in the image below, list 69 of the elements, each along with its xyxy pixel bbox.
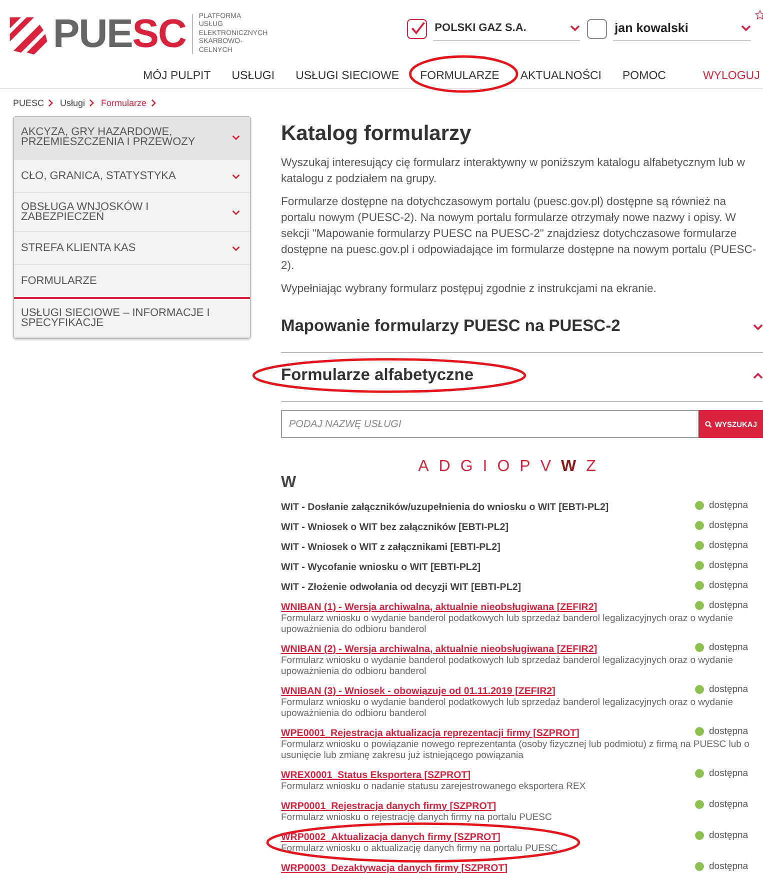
form-name: WIT - Złożenie odwołania od decyzji WIT [EBTI-PL2] [281, 582, 522, 592]
sidebar-item[interactable]: FORMULARZE [14, 265, 250, 299]
form-name: WIT - Wniosek o WIT z załącznikami [EBTI-PL2] [281, 542, 500, 552]
form-link[interactable]: WRP0001_Rejestracja danych firmy [SZPROT] [281, 800, 496, 812]
letter-link[interactable]: G [460, 458, 473, 476]
paragraph: Wyszukaj interesujący cię formularz interaktywny w poniższym katalogu alfabetycznym lub w katalogu z podziałem na grupy. [281, 156, 746, 187]
form-description: Formularz wniosku o aktualizację danych firmy na portalu PUESC [281, 843, 559, 854]
status-label: dostępna [709, 600, 748, 611]
form-link[interactable]: WNIBAN (3) - Wniosek - obowiązuje od 01.11.2019 [ZEFIR2] [281, 686, 556, 696]
paragraph: Formularze dostępne na dotychczasowym portalu (puesc.gov.pl) dostępne są również na portalu nowym (PUESC-2). Na nowym portalu formularze otrzymały nowe nazwy i opisy. W sekcji "Mapowanie formularzy PUESC na PUESC-2" znajdziesz dotychczasowe formularze dostępne na puesc.gov.pl i odpowiadające im formularze dostępne na nowym portalu (PUESC-2). [281, 195, 758, 274]
page-title: Katalog formularzy [281, 122, 472, 146]
form-description: Formularz wniosku o wydanie banderol podatkowych lub sprzedaż banderol legalizacyjnych oraz o wydanie upoważnienia do odbioru banderol [281, 613, 734, 635]
form-link[interactable]: WPE0001_Rejestracja aktualizacja reprezentacji firmy [SZPROT] [281, 728, 580, 738]
breadcrumb-link[interactable]: Usługi [60, 98, 86, 108]
status-label: dostępna [709, 580, 748, 591]
letter-link[interactable]: V [540, 458, 552, 476]
logo-wordmark: PUESC [53, 14, 193, 54]
sidebar-item[interactable]: AKCYZA, GRY HAZARDOWE, PRZEMIESZCZENIA I PRZEWOZY [14, 117, 250, 160]
sidebar-item[interactable]: STREFA KLIENTA KAS [14, 232, 250, 265]
status-label: dostępna [709, 726, 748, 737]
status-label: dostępna [709, 861, 748, 872]
company-select[interactable]: POLSKI GAZ S.A. [432, 16, 580, 41]
breadcrumb-link[interactable]: Formularze [101, 98, 147, 108]
section-heading[interactable]: Mapowanie formularzy PUESC na PUESC-2 [281, 317, 620, 336]
breadcrumb-link[interactable]: PUESC [13, 98, 44, 108]
logout-link[interactable]: WYLOGUJ [702, 70, 760, 82]
user-select[interactable]: jan kowalski [612, 16, 751, 41]
form-link[interactable]: WNIBAN (2) - Wersja archiwalna, aktualnie nieobsługiwana [ZEFIR2] [281, 644, 598, 654]
status-label: dostępna [709, 540, 748, 551]
letter-link[interactable]: D [438, 458, 450, 476]
status-label: dostępna [709, 799, 748, 810]
sidebar-item[interactable]: USŁUGI SIECIOWE – INFORMACJE I SPECYFIKACJE [14, 299, 250, 338]
nav-link[interactable]: AKTUALNOŚCI [520, 70, 602, 82]
form-name: WIT - Dosłanie załączników/uzupełnienia do wniosku o WIT [EBTI-PL2] [281, 502, 609, 512]
status-label: dostępna [709, 560, 748, 571]
status-label: dostępna [709, 684, 748, 695]
letter-link[interactable]: O [497, 458, 510, 476]
search-field[interactable]: PODAJ NAZWĘ USŁUGI [281, 410, 699, 438]
form-link[interactable]: WRP0003_Dezaktywacja danych firmy [SZPROT] [281, 862, 508, 873]
form-description: Formularz wniosku o powiązanie nowego reprezentanta (osoby fizycznej lub podmiotu) z firmą na PUESC lub o usunięcie lub zmianę zakresu już istniejącego powiązania [281, 739, 750, 761]
form-name: WIT - Wniosek o WIT bez załączników [EBTI-PL2] [281, 522, 509, 532]
nav-link[interactable]: POMOC [622, 70, 666, 82]
section-heading[interactable]: Formularze alfabetyczne [281, 366, 474, 385]
status-label: dostępna [709, 830, 748, 841]
status-label: dostępna [709, 642, 748, 653]
letter-link[interactable]: Z [586, 458, 596, 476]
nav-link[interactable]: FORMULARZE [420, 70, 500, 82]
nav-link[interactable]: USŁUGI SIECIOWE [296, 70, 400, 82]
paragraph: Wypełniając wybrany formularz postępuj zgodnie z instrukcjami na ekranie. [281, 282, 658, 297]
form-link[interactable]: WNIBAN (1) - Wersja archiwalna, aktualnie nieobsługiwana [ZEFIR2] [281, 602, 598, 612]
letter-link[interactable]: I [482, 458, 488, 476]
nav-link[interactable]: USŁUGI [232, 70, 275, 82]
status-label: dostępna [709, 768, 748, 779]
form-description: Formularz wniosku o rejestrację danych firmy na portalu PUESC [281, 812, 553, 823]
nav-link[interactable]: MÓJ PULPIT [143, 70, 211, 82]
form-description: Formularz wniosku o wydanie banderol podatkowych lub sprzedaż banderol legalizacyjnych oraz o wydanie upoważnienia do odbioru banderol [281, 655, 734, 677]
letter-link[interactable]: W [561, 458, 576, 476]
form-link[interactable]: WRP0002_Aktualizacja danych firmy [SZPROT] [281, 832, 500, 842]
status-label: dostępna [709, 520, 748, 531]
status-label: dostępna [709, 500, 748, 511]
sidebar-item[interactable]: OBSŁUGA WNJOSKÓW I ZABEZPIECZEŃ [14, 193, 250, 232]
form-link[interactable]: WREX0001_Status Eksportera [SZPROT] [281, 770, 470, 780]
form-name: WIT - Wycofanie wniosku o WIT [EBTI-PL2] [281, 562, 481, 572]
sidebar-item[interactable]: CŁO, GRANICA, STATYSTYKA [14, 160, 250, 193]
letter-link[interactable]: P [520, 458, 530, 476]
form-description: Formularz wniosku o wydanie banderol podatkowych lub sprzedaż banderol legalizacyjnych oraz o wydanie upoważnienia do odbioru banderol [281, 697, 734, 719]
letter-link[interactable]: A [418, 458, 429, 476]
group-heading: W [281, 474, 298, 492]
form-description: Formularz wniosku o nadanie statusu zarejestrowanego eksportera REX [281, 781, 587, 792]
